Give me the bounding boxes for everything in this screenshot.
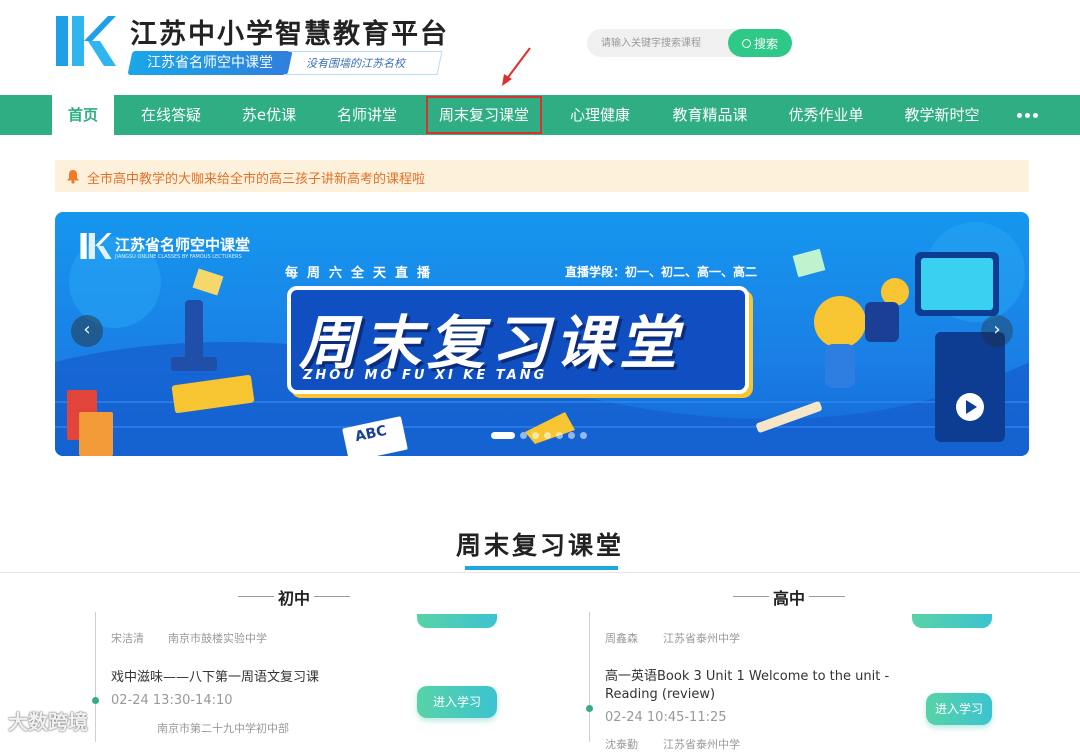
senior-timeline: [589, 612, 590, 742]
enter-button[interactable]: [912, 614, 992, 628]
carousel-next-button[interactable]: ›: [981, 315, 1013, 347]
site-header: 江苏中小学智慧教育平台 江苏省名师空中课堂 没有围墙的江苏名校 搜索: [0, 0, 1080, 95]
banner-pinyin: ZHOU MO FU XI KE TANG: [303, 368, 548, 383]
heading-rule: [733, 596, 769, 597]
heading-rule: [809, 596, 845, 597]
site-title: 江苏中小学智慧教育平台: [130, 19, 449, 50]
nav-item-su-e-course[interactable]: 苏e优课: [228, 95, 310, 135]
banner-logo-text: 江苏省名师空中课堂: [115, 236, 251, 254]
more-dots-icon[interactable]: [1010, 95, 1044, 135]
timeline-dot: [586, 705, 593, 712]
enter-study-button[interactable]: 进入学习: [417, 686, 497, 718]
banner-grades: 直播学段：初一、初二、高一、高二: [565, 265, 758, 279]
course-school: 南京市第二十九中学初中部: [157, 722, 289, 735]
course-school: 江苏省泰州中学: [663, 738, 740, 751]
course-teacher: 沈泰勤: [605, 738, 638, 751]
carousel-prev-button[interactable]: ‹: [71, 315, 103, 347]
nav-item-teaching-new-era[interactable]: 教学新时空: [892, 95, 992, 135]
junior-heading: 初中: [278, 589, 311, 608]
timeline-dot: [92, 697, 99, 704]
hero-banner[interactable]: 江苏省名师空中课堂 JIANGSU ONLINE CLASSES BY FAMO…: [55, 212, 1029, 456]
nav-item-quality-courses[interactable]: 教育精品课: [660, 95, 760, 135]
enter-study-button[interactable]: 进入学习: [926, 693, 992, 725]
search-button[interactable]: 搜索: [728, 29, 792, 57]
carousel-dot[interactable]: [520, 432, 527, 439]
platform-logo[interactable]: [56, 14, 116, 68]
carousel-dot[interactable]: [532, 432, 539, 439]
carousel-dot[interactable]: [580, 432, 587, 439]
banner-tagline: 每周六全天直播: [285, 266, 440, 281]
search-icon: [741, 38, 751, 48]
bell-icon: [67, 170, 79, 184]
course-school: 江苏省泰州中学: [663, 632, 740, 645]
course-teacher: 宋洁清: [111, 632, 144, 645]
red-arrow-annotation-icon: [502, 47, 531, 86]
notice-text: 全市高中教学的大咖来给全市的高三孩子讲新高考的课程啦: [87, 172, 426, 187]
course-title[interactable]: 高一英语Book 3 Unit 1 Welcome to the unit - …: [605, 668, 895, 704]
carousel-dot[interactable]: [491, 432, 515, 439]
senior-heading: 高中: [773, 589, 806, 608]
course-title[interactable]: 戏中滋味——八下第一周语文复习课: [111, 669, 391, 687]
course-time: 02-24 10:45-11:25: [605, 710, 727, 725]
nav-item-online-qa[interactable]: 在线答疑: [128, 95, 214, 135]
section-title: 周末复习课堂: [455, 531, 624, 560]
sub-badge: 江苏省名师空中课堂: [127, 51, 293, 75]
carousel-dots: [491, 432, 587, 439]
nav-item-mental-health[interactable]: 心理健康: [556, 95, 644, 135]
heading-rule: [238, 596, 274, 597]
carousel-dot[interactable]: [544, 432, 551, 439]
search-button-label: 搜索: [753, 36, 778, 51]
banner-logo-subtitle: JIANGSU ONLINE CLASSES BY FAMOUS LECTURE…: [115, 254, 242, 260]
section-underline: [465, 566, 618, 570]
carousel-dot[interactable]: [556, 432, 563, 439]
slogan-text: 没有围墙的江苏名校: [306, 57, 405, 70]
nav-item-homework-sheets[interactable]: 优秀作业单: [776, 95, 876, 135]
nav-item-master-lecture[interactable]: 名师讲堂: [324, 95, 410, 135]
nav-item-weekend-review[interactable]: 周末复习课堂: [425, 95, 543, 135]
course-time: 02-24 13:30-14:10: [111, 693, 233, 708]
sub-badge-label: 江苏省名师空中课堂: [147, 55, 273, 71]
course-school: 南京市鼓楼实验中学: [168, 632, 267, 645]
heading-rule: [314, 596, 350, 597]
nav-item-home[interactable]: 首页: [52, 95, 114, 135]
search-bar: 搜索: [587, 29, 792, 57]
enter-button[interactable]: [417, 614, 497, 628]
section-divider: [0, 572, 1080, 573]
banner-logo-icon: [80, 233, 112, 259]
course-teacher: 周鑫森: [605, 632, 638, 645]
junior-timeline: [95, 612, 96, 742]
watermark: 大数跨境: [8, 710, 88, 734]
search-input[interactable]: [601, 35, 725, 51]
main-nav: 首页 在线答疑 苏e优课 名师讲堂 周末复习课堂 心理健康 教育精品课 优秀作业…: [0, 95, 1080, 135]
notice-bar[interactable]: 全市高中教学的大咖来给全市的高三孩子讲新高考的课程啦: [55, 160, 1029, 192]
carousel-dot[interactable]: [568, 432, 575, 439]
